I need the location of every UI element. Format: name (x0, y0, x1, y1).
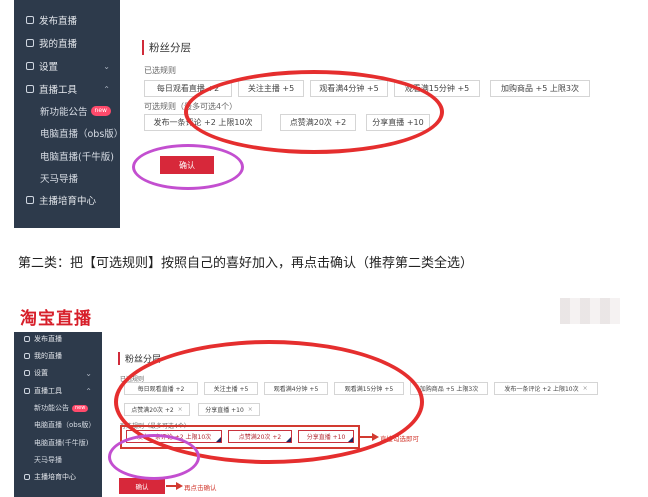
sidebar-item-anchor-training[interactable]: 主播培育中心 (14, 470, 102, 484)
sidebar-item-publish-live[interactable]: 发布直播 (14, 332, 102, 346)
tool-icon (24, 388, 30, 394)
sidebar-item-label: 设置 (39, 62, 59, 73)
arrow-right-icon (176, 482, 183, 490)
sidebar-item-label: 发布直播 (34, 335, 62, 343)
rule-tag[interactable]: 发布一条评论 +2 上限10次 × (494, 382, 598, 395)
doc-icon (26, 196, 34, 204)
purple-highlight-oval (108, 434, 200, 480)
tool-icon (26, 85, 34, 93)
sidebar-item-label: 我的直播 (39, 39, 78, 50)
sidebar-item-anchor-training[interactable]: 主播培育中心 (14, 190, 120, 210)
sidebar-item-publish-live[interactable]: 发布直播 (14, 10, 120, 30)
sidebar-item-settings[interactable]: 设置 ⌄ (14, 366, 102, 380)
red-highlight-oval (184, 70, 444, 154)
purple-highlight-oval (132, 144, 244, 190)
remove-icon[interactable]: × (583, 385, 588, 392)
chevron-up-icon: ⌃ (103, 84, 110, 94)
grid-icon (26, 62, 34, 70)
sidebar-item-settings[interactable]: 设置 ⌄ (14, 56, 120, 76)
sidebar-item-pc-live-qianniu[interactable]: 电脑直播(千牛版) (14, 436, 102, 450)
sidebar-item-label: 天马导播 (40, 174, 79, 185)
sidebar-item-live-tools[interactable]: 直播工具 ⌃ (14, 384, 102, 398)
sidebar-item-pc-live-obs[interactable]: 电脑直播（obs版） (14, 123, 124, 143)
sidebar-item-label: 电脑直播（obs版） (40, 129, 124, 140)
sidebar-item-label: 天马导播 (34, 456, 62, 464)
taobao-live-logo: 淘宝直播 (20, 309, 92, 329)
sidebar-item-live-tools[interactable]: 直播工具 ⌃ (14, 79, 120, 99)
sidebar-item-pc-live-qianniu[interactable]: 电脑直播(千牛版) (14, 146, 120, 166)
confirm-button[interactable]: 确认 (119, 478, 165, 494)
sidebar-item-label: 主播培育中心 (34, 473, 76, 481)
sidebar-item-pc-live-obs[interactable]: 电脑直播（obs版） (14, 418, 102, 432)
new-badge: new (72, 404, 89, 412)
sidebar-item-my-live[interactable]: 我的直播 (14, 349, 102, 363)
sidebar-item-new-features[interactable]: 新功能公告 new (14, 401, 102, 415)
chevron-up-icon: ⌃ (85, 386, 92, 396)
sidebar-item-label: 新功能公告 (34, 404, 69, 412)
screenshot-2: 淘宝直播 发布直播 我的直播 设置 ⌄ 直播工具 ⌃ 新功能公告 new 电脑直播（o… (14, 290, 620, 497)
annotation-text-confirm: 再点击确认 (184, 484, 217, 492)
blurred-avatar (560, 298, 620, 324)
sidebar: 发布直播 我的直播 设置 ⌄ 直播工具 ⌃ 新功能公告 new 电脑直播（obs版） … (14, 0, 124, 228)
sidebar-item-label: 发布直播 (39, 16, 78, 27)
selected-rules-label: 已选规则 (144, 66, 176, 75)
video-icon (24, 353, 30, 359)
rule-tag[interactable]: 加购商品 +5 上限3次 (490, 80, 590, 97)
screenshot-1: 发布直播 我的直播 设置 ⌄ 直播工具 ⌃ 新功能公告 new 电脑直播（obs版） … (14, 0, 620, 228)
grid-icon (24, 370, 30, 376)
sidebar-item-tianma[interactable]: 天马导播 (14, 453, 102, 467)
sidebar-item-label: 电脑直播(千牛版) (34, 439, 89, 447)
sidebar-item-label: 新功能公告 (40, 107, 88, 118)
sidebar: 发布直播 我的直播 设置 ⌄ 直播工具 ⌃ 新功能公告 new 电脑直播（obs版） … (14, 332, 102, 497)
sidebar-item-label: 电脑直播（obs版） (34, 421, 96, 429)
section-title: 粉丝分层 (142, 40, 191, 55)
gear-icon (24, 336, 30, 342)
sidebar-item-label: 我的直播 (34, 352, 62, 360)
sidebar-item-label: 直播工具 (34, 387, 62, 395)
sidebar-item-my-live[interactable]: 我的直播 (14, 33, 120, 53)
sidebar-item-label: 直播工具 (39, 85, 78, 96)
video-icon (26, 39, 34, 47)
sidebar-item-tianma[interactable]: 天马导播 (14, 168, 120, 188)
chevron-down-icon: ⌄ (85, 368, 92, 378)
gear-icon (26, 16, 34, 24)
sidebar-item-label: 设置 (34, 369, 48, 377)
sidebar-item-label: 主播培育中心 (39, 196, 97, 207)
rule-tag-text: 发布一条评论 +2 上限10次 (504, 386, 579, 393)
doc-icon (24, 474, 30, 480)
instruction-caption: 第二类：把【可选规则】按照自己的喜好加入，再点击确认（推荐第二类全选） (18, 256, 474, 271)
sidebar-item-new-features[interactable]: 新功能公告 new (14, 101, 120, 121)
chevron-down-icon: ⌄ (103, 61, 110, 71)
sidebar-item-label: 电脑直播(千牛版) (40, 152, 114, 163)
new-badge: new (90, 106, 111, 116)
